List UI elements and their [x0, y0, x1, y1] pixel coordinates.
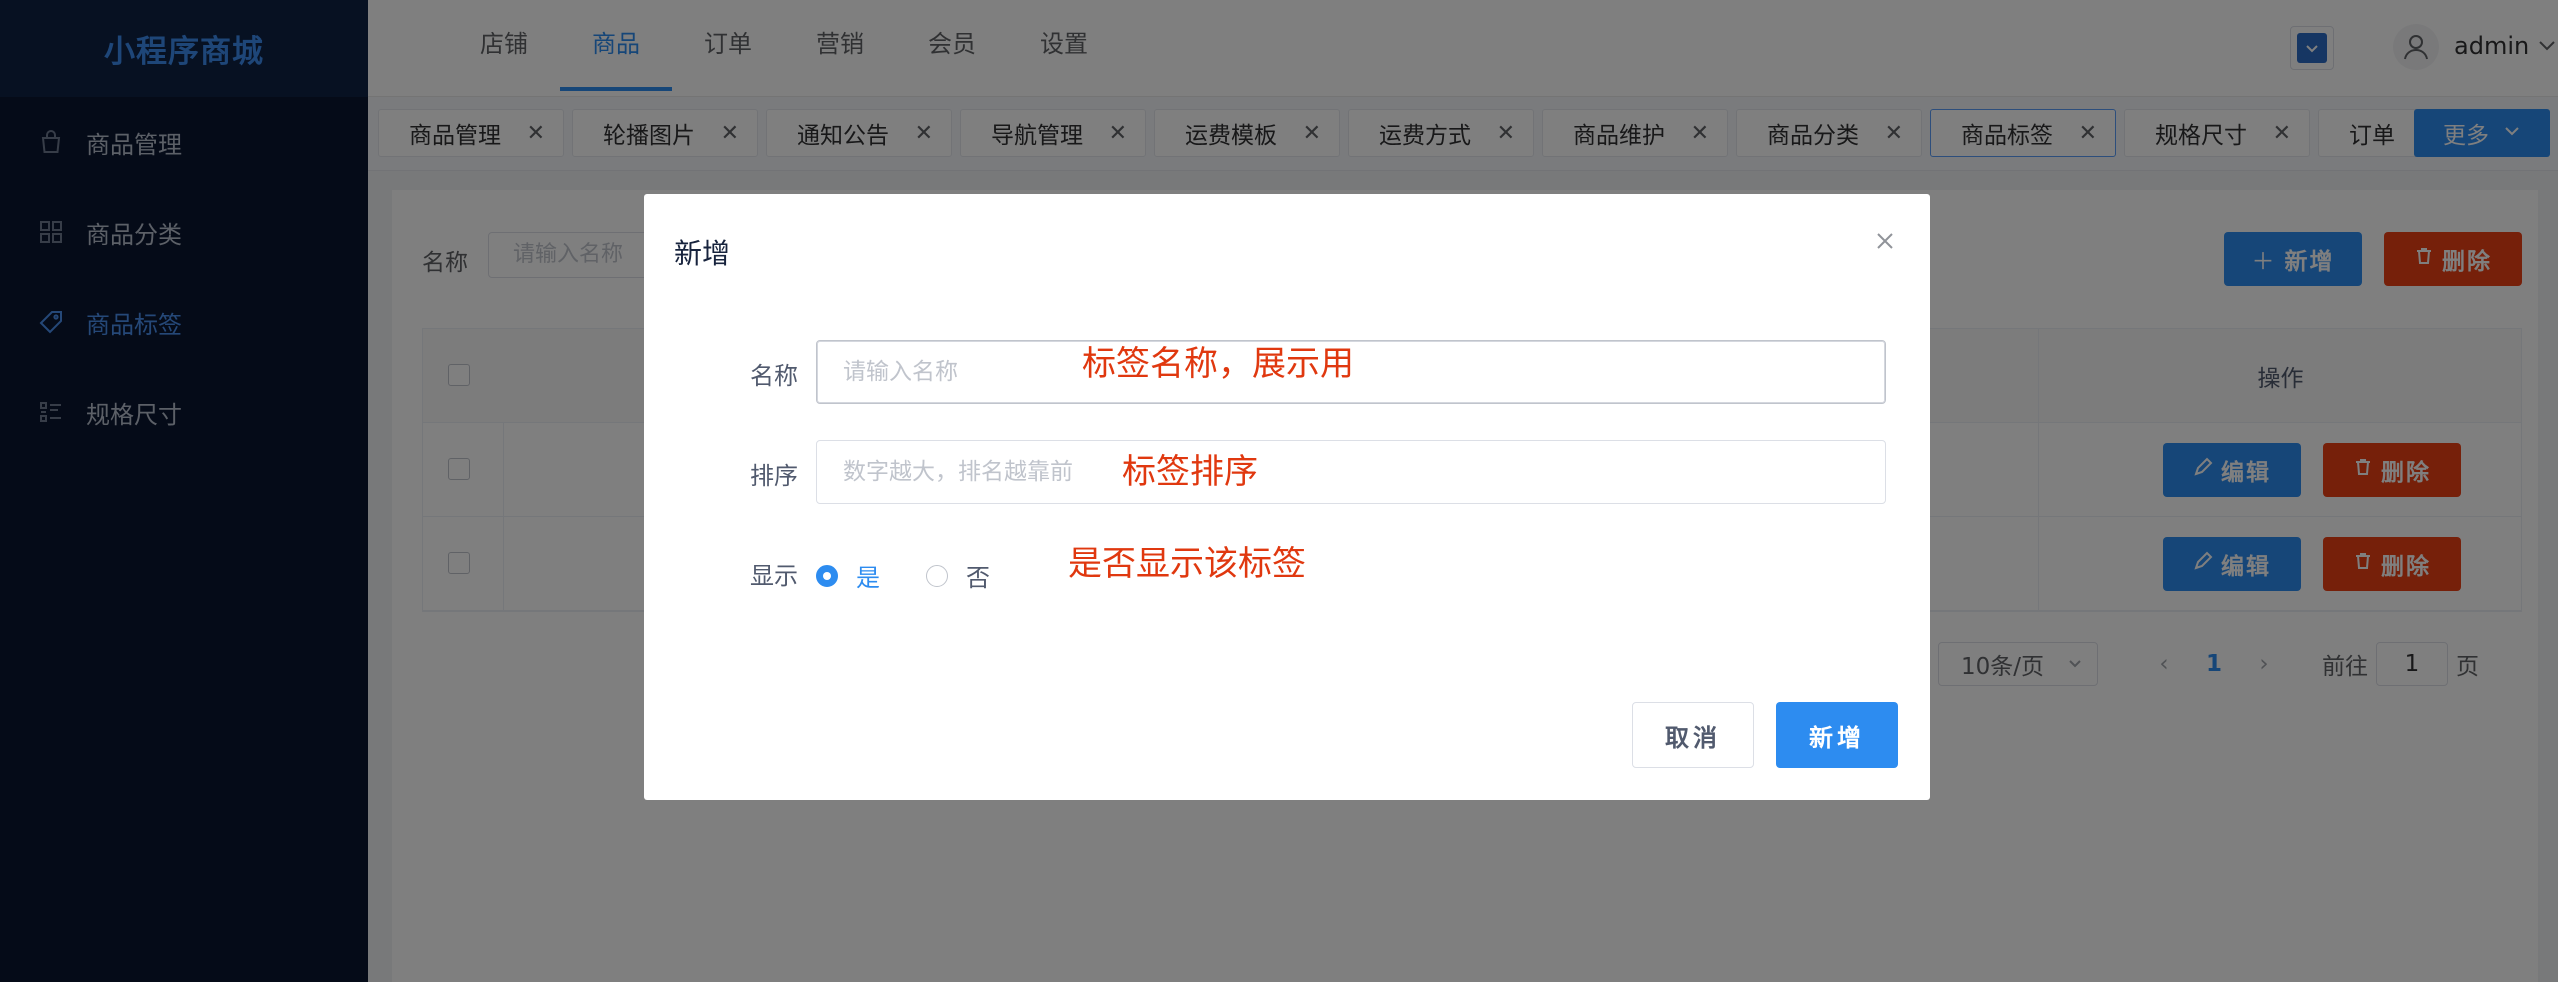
show-no-label: 否 [966, 564, 990, 592]
sort-label: 排序 [750, 462, 798, 490]
cancel-button[interactable]: 取消 [1632, 702, 1754, 768]
show-yes-label: 是 [856, 564, 880, 592]
name-annotation: 标签名称，展示用 [1082, 344, 1354, 384]
submit-button[interactable]: 新增 [1776, 702, 1898, 768]
radio-checked-icon [816, 564, 838, 587]
add-tag-modal: 新增 名称 请输入名称 标签名称，展示用 排序 数字越大，排名越靠前 标签排序 … [644, 194, 1930, 800]
show-no-radio[interactable]: 否 [926, 558, 990, 593]
close-icon[interactable] [1870, 226, 1900, 256]
name-label: 名称 [750, 362, 798, 390]
sort-annotation: 标签排序 [1122, 452, 1258, 492]
show-label: 显示 [750, 562, 798, 590]
sort-input[interactable]: 数字越大，排名越靠前 [816, 440, 1886, 504]
show-annotation: 是否显示该标签 [1068, 544, 1306, 584]
modal-title: 新增 [674, 237, 731, 270]
radio-unchecked-icon [926, 564, 948, 587]
show-yes-radio[interactable]: 是 [816, 558, 880, 593]
